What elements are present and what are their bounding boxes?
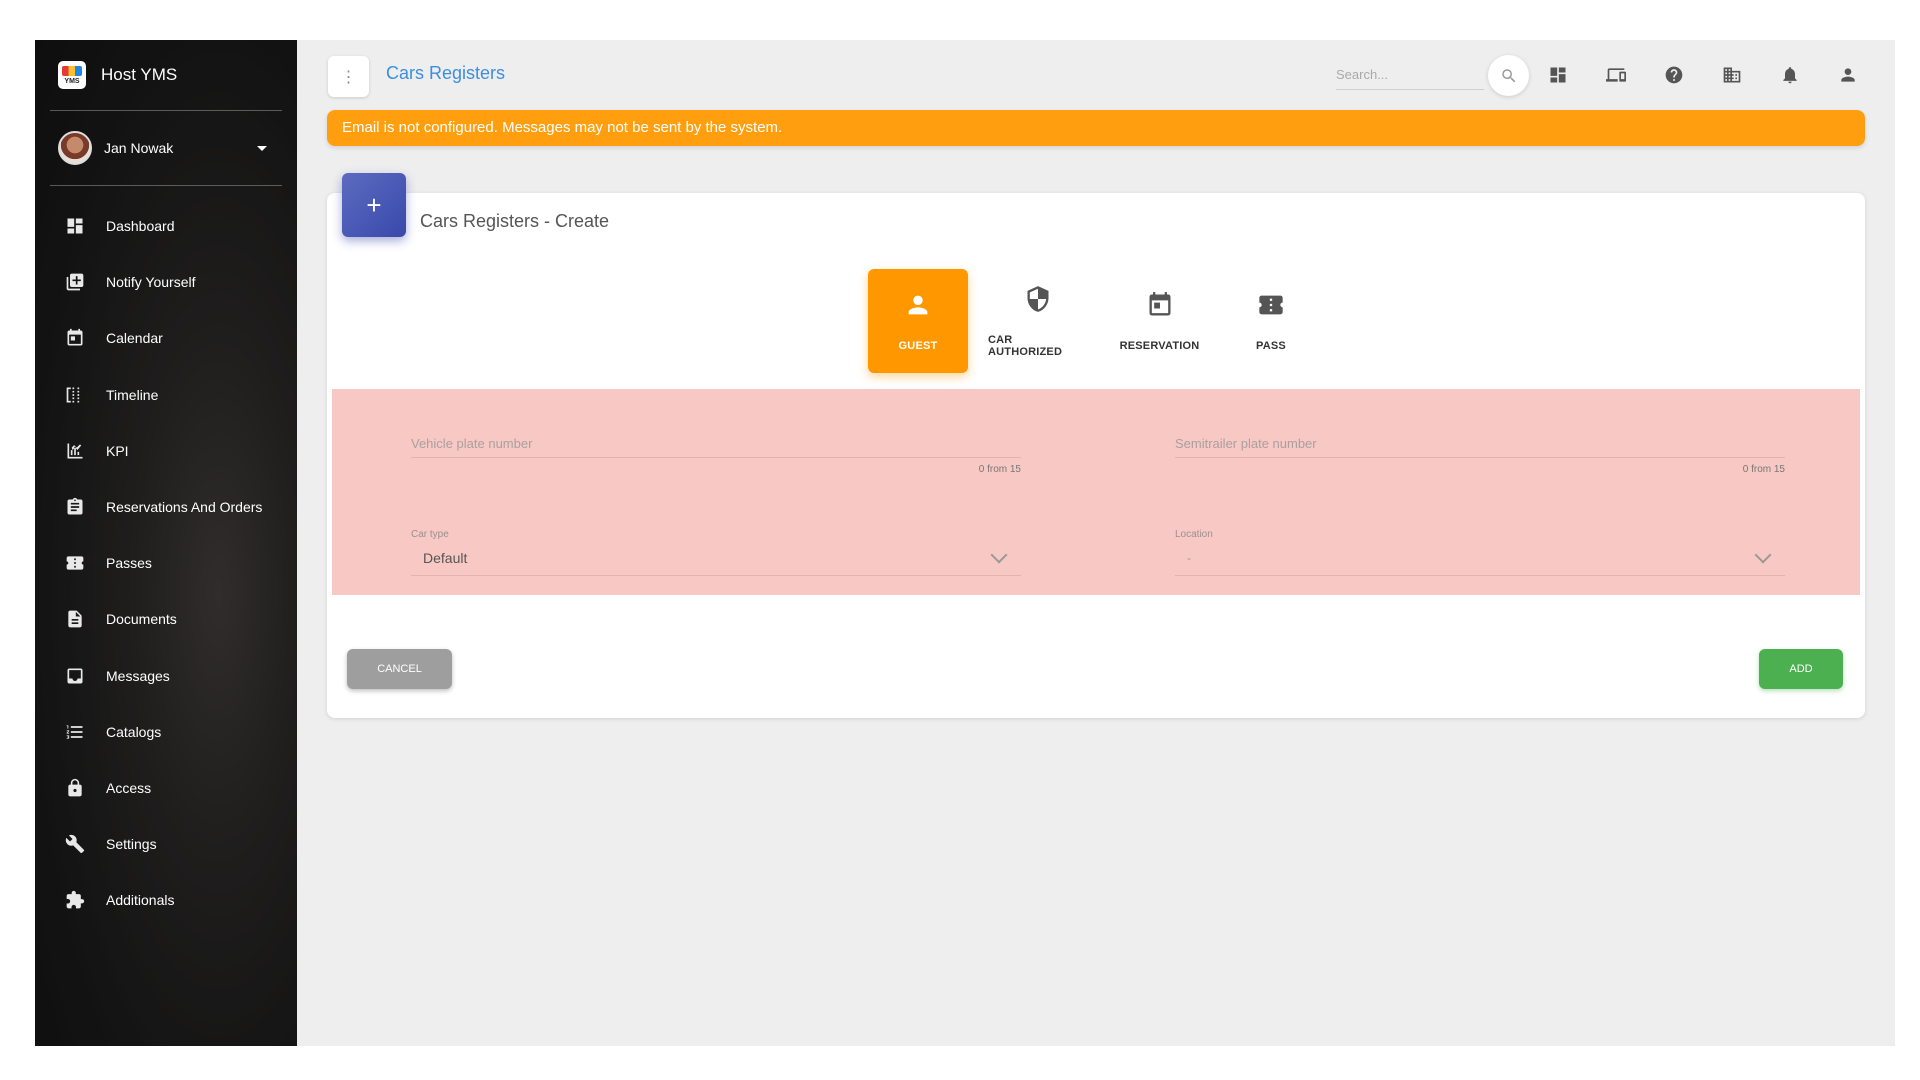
sidebar-item-label: Messages [106, 667, 170, 684]
tab-label: GUEST [898, 339, 938, 352]
email-warning-banner: Email is not configured. Messages may no… [327, 110, 1865, 146]
car-type-label: Car type [411, 529, 449, 540]
cancel-button[interactable]: CANCEL [347, 649, 452, 689]
chart-icon [65, 441, 85, 461]
search-field [1336, 60, 1484, 90]
puzzle-icon [65, 890, 85, 910]
add-button[interactable]: ADD [1759, 649, 1843, 689]
card-title: Cars Registers - Create [420, 211, 610, 231]
form-area: Vehicle plate number 0 from 15 Semitrail… [332, 389, 1860, 595]
user-name: Jan Nowak [104, 140, 174, 156]
sidebar-item-label: Catalogs [106, 723, 162, 740]
tab-label: RESERVATION [1119, 339, 1200, 352]
tab-guest[interactable]: GUEST [868, 269, 968, 373]
document-icon [65, 609, 85, 629]
sidebar-item-settings[interactable]: Settings [35, 816, 297, 872]
location-label: Location [1175, 529, 1213, 540]
sidebar-item-dashboard[interactable]: Dashboard [35, 198, 297, 254]
chevron-down-icon [990, 546, 1008, 563]
avatar [58, 131, 92, 165]
ticket-icon [1257, 291, 1285, 324]
tab-reservation[interactable]: RESERVATION [1108, 269, 1211, 373]
sidebar-item-label: Reservations And Orders [106, 499, 263, 516]
sidebar-item-label: Documents [106, 611, 177, 628]
sidebar-item-access[interactable]: Access [35, 760, 297, 816]
sidebar-item-label: Notify Yourself [106, 274, 196, 291]
calendar-icon [65, 328, 85, 348]
more-vert-icon: ⋮ [340, 68, 357, 86]
tab-pass[interactable]: PASS [1231, 269, 1311, 373]
car-type-select[interactable]: Default [411, 540, 1021, 576]
sidebar-item-messages[interactable]: Messages [35, 648, 297, 704]
sidebar-item-calendar[interactable]: Calendar [35, 310, 297, 366]
sidebar: YMS Host YMS Jan Nowak Dashboard Notify … [35, 40, 297, 1046]
sidebar-nav: Dashboard Notify Yourself Calendar Timel… [35, 198, 297, 928]
app-frame: YMS Host YMS Jan Nowak Dashboard Notify … [35, 40, 1895, 1046]
sidebar-item-kpi[interactable]: KPI [35, 423, 297, 479]
wrench-icon [65, 834, 85, 854]
bell-icon[interactable] [1778, 63, 1802, 87]
sidebar-item-timeline[interactable]: Timeline [35, 367, 297, 423]
caret-down-icon [257, 146, 267, 151]
user-menu[interactable]: Jan Nowak [35, 111, 297, 185]
location-value: - [1187, 550, 1191, 565]
sidebar-item-label: Settings [106, 836, 157, 853]
calendar-icon [1146, 291, 1174, 324]
tab-label: CAR AUTHORIZED [988, 333, 1063, 358]
search-input[interactable] [1336, 60, 1484, 89]
sidebar-item-additionals[interactable]: Additionals [35, 872, 297, 928]
sidebar-item-label: Access [106, 779, 152, 796]
sidebar-item-label: KPI [106, 442, 129, 459]
sidebar-item-label: Additionals [106, 892, 175, 909]
brand[interactable]: YMS Host YMS [35, 40, 297, 110]
help-icon[interactable] [1662, 63, 1686, 87]
sidebar-item-notify-yourself[interactable]: Notify Yourself [35, 254, 297, 310]
dashboard-icon[interactable] [1546, 63, 1570, 87]
vehicle-plate-field[interactable]: Vehicle plate number 0 from 15 [411, 436, 1021, 475]
brand-logo: YMS [58, 61, 86, 89]
char-counter: 0 from 15 [978, 464, 1021, 475]
char-counter: 0 from 15 [1742, 464, 1785, 475]
ticket-icon [65, 553, 85, 573]
location-field: Location - [1175, 529, 1785, 576]
sidebar-item-label: Timeline [106, 386, 159, 403]
brand-name: Host YMS [101, 65, 178, 84]
sidebar-item-label: Calendar [106, 330, 163, 347]
sidebar-item-passes[interactable]: Passes [35, 535, 297, 591]
chevron-down-icon [1754, 546, 1772, 563]
building-icon[interactable] [1720, 63, 1744, 87]
semitrailer-plate-field[interactable]: Semitrailer plate number 0 from 15 [1175, 436, 1785, 475]
car-type-value: Default [423, 549, 468, 566]
add-box-icon [65, 272, 85, 292]
register-type-tabs: GUEST CAR AUTHORIZED RESERVATION PASS [868, 269, 1331, 373]
tab-label: PASS [1256, 339, 1286, 352]
location-select[interactable]: - [1175, 540, 1785, 576]
page-title: Cars Registers [386, 63, 506, 83]
sidebar-item-catalogs[interactable]: Catalogs [35, 704, 297, 760]
add-icon: + [342, 173, 406, 237]
car-type-field: Car type Default [411, 529, 1021, 576]
person-icon [904, 291, 932, 324]
clipboard-icon [65, 497, 85, 517]
sidebar-item-label: Passes [106, 555, 152, 572]
search-button[interactable] [1488, 55, 1529, 96]
sidebar-item-reservations[interactable]: Reservations And Orders [35, 479, 297, 535]
inbox-icon [65, 666, 85, 686]
lock-icon [65, 778, 85, 798]
shield-icon [1024, 285, 1052, 318]
semitrailer-plate-input[interactable]: Semitrailer plate number [1175, 436, 1785, 451]
tab-car-authorized[interactable]: CAR AUTHORIZED [988, 269, 1088, 373]
devices-icon[interactable] [1604, 63, 1628, 87]
person-icon[interactable] [1836, 63, 1860, 87]
menu-toggle-button[interactable]: ⋮ [328, 56, 369, 97]
sidebar-item-documents[interactable]: Documents [35, 591, 297, 647]
sidebar-item-label: Dashboard [106, 218, 175, 235]
vehicle-plate-input[interactable]: Vehicle plate number [411, 436, 1021, 451]
dashboard-icon [65, 216, 85, 236]
search-icon [1501, 68, 1515, 82]
timeline-icon [65, 385, 85, 405]
list-icon [65, 722, 85, 742]
